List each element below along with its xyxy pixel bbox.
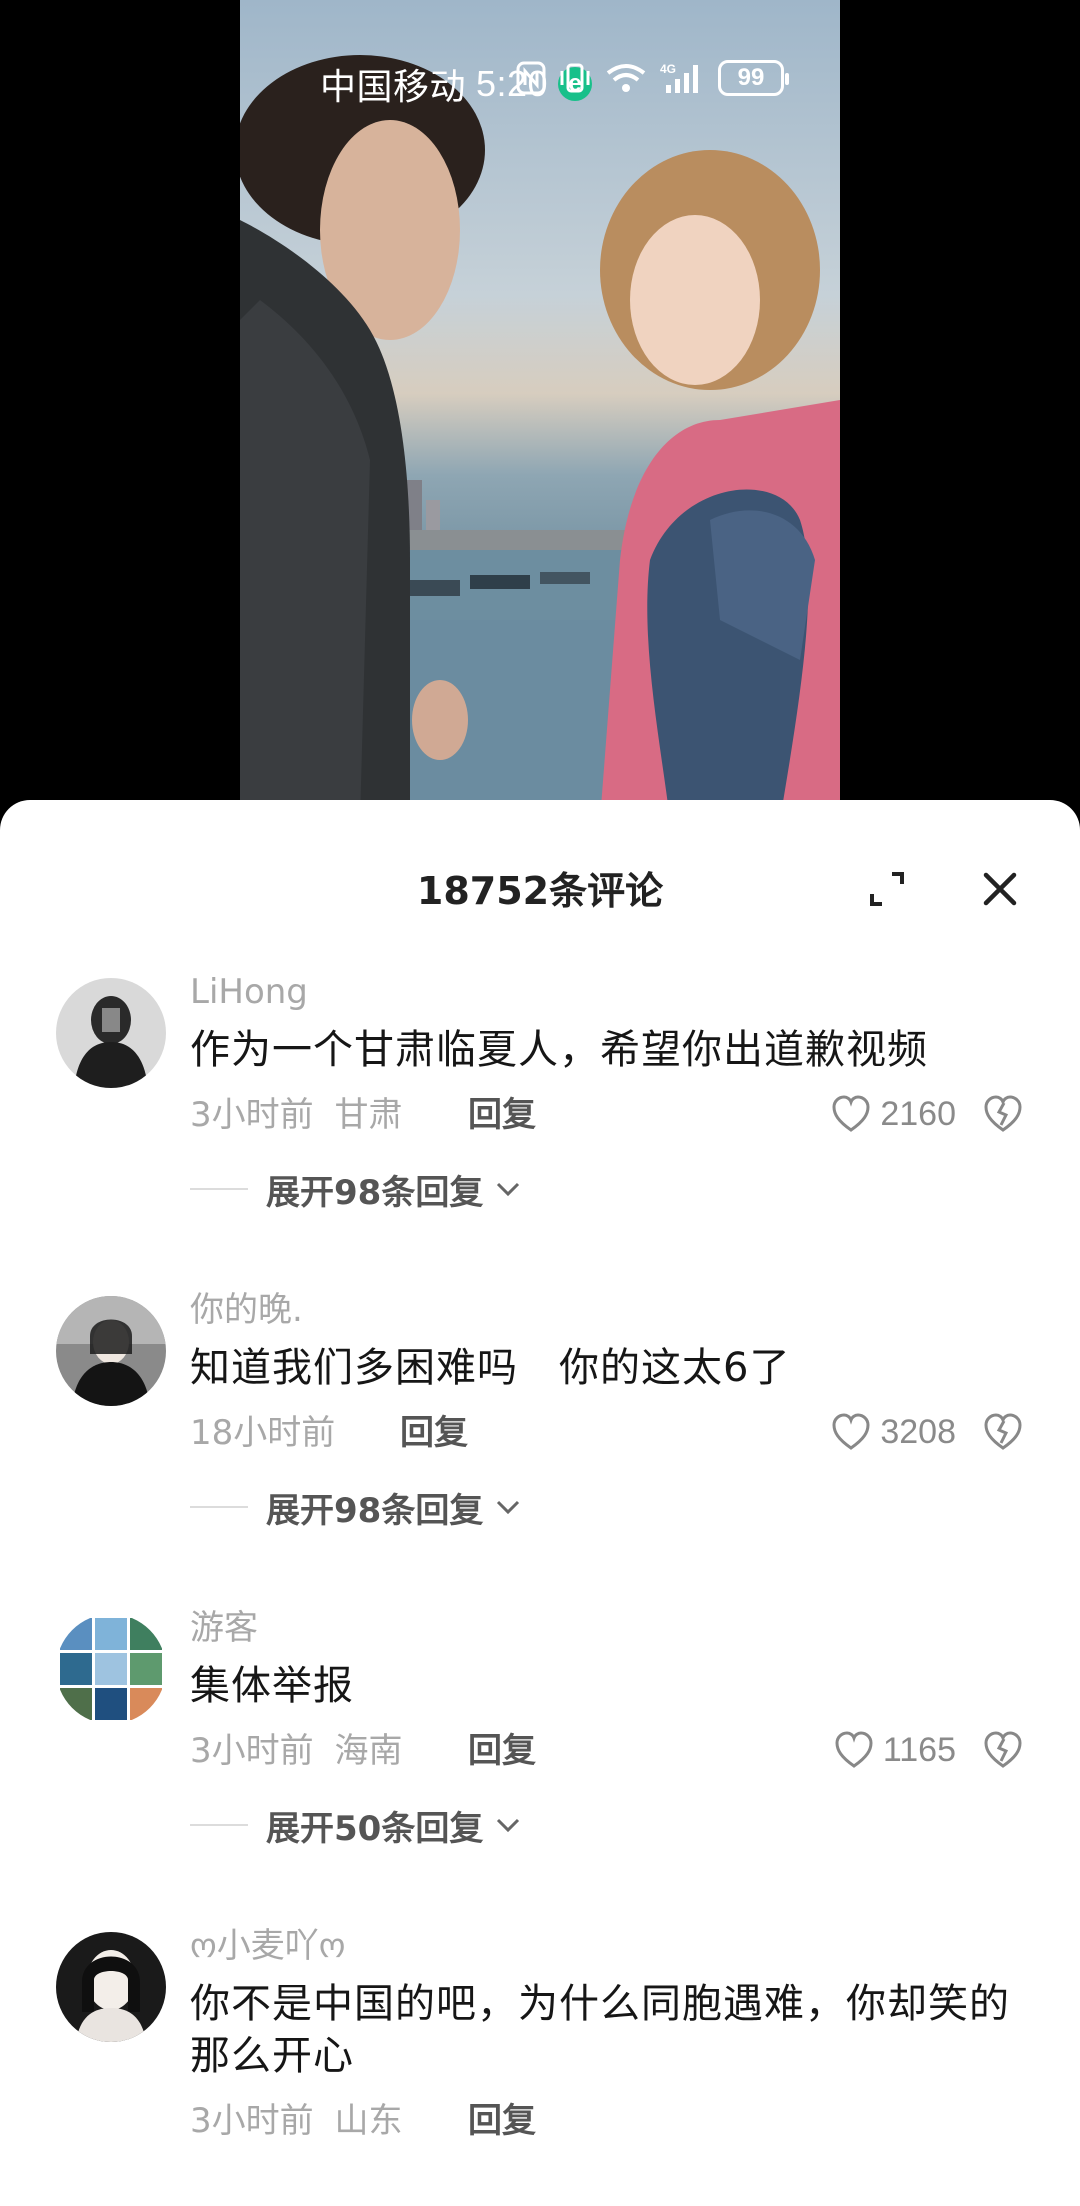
expand-icon: [870, 872, 904, 906]
close-button[interactable]: [975, 864, 1025, 914]
comment-meta: 18小时前 回复 3208: [190, 1408, 1040, 1458]
chevron-down-icon: [497, 1818, 520, 1833]
comment-time: 18小时前: [190, 1413, 336, 1453]
like-count: 1165: [882, 1730, 956, 1769]
video-frame[interactable]: [240, 0, 840, 820]
avatar-image: [56, 1296, 166, 1406]
comment-time: 3小时前 海南: [190, 1726, 402, 1776]
divider: [190, 1506, 248, 1508]
divider: [190, 1824, 248, 1826]
comment-location: 海南: [334, 1731, 403, 1771]
comment-time-value: 3小时前: [190, 1731, 314, 1771]
avatar[interactable]: [56, 978, 166, 1088]
like-heart-icon[interactable]: [830, 1094, 872, 1134]
comment-item[interactable]: ო小麦吖ო 你不是中国的吧，为什么同胞遇难，你却笑的那么开心 3小时前 山东 回…: [0, 1926, 1080, 2206]
like-count: 3208: [880, 1412, 956, 1451]
comment-meta: 3小时前 海南 回复 1165: [190, 1726, 1040, 1776]
comment-username[interactable]: ო小麦吖ო: [190, 1926, 1040, 1966]
comment-time: 3小时前 甘肃: [190, 1090, 402, 1140]
comment-text: 集体举报: [190, 1663, 354, 1709]
svg-text:4G: 4G: [660, 62, 676, 76]
comment-location: 甘肃: [334, 1095, 403, 1135]
expand-replies-button[interactable]: 展开98条回复: [190, 1482, 1040, 1532]
comment-body: ო小麦吖ო 你不是中国的吧，为什么同胞遇难，你却笑的那么开心 3小时前 山东 回…: [190, 1926, 1040, 2146]
comments-count-title: 18752条评论: [416, 869, 664, 913]
comment-time-value: 3小时前: [190, 1095, 314, 1135]
status-bar: 中国移动 5:20 e 4G 99: [240, 52, 840, 108]
expand-replies-button[interactable]: 展开50条回复: [190, 1800, 1040, 1850]
comment-username[interactable]: 你的晚.: [190, 1290, 1040, 1330]
like-group: 1165: [833, 1730, 1024, 1770]
dislike-broken-heart-icon[interactable]: [982, 1730, 1024, 1770]
battery-icon: 99: [718, 60, 789, 96]
carrier-label: 中国移动: [320, 66, 467, 107]
comment-text: 作为一个甘肃临夏人，希望你出道歉视频: [190, 1027, 928, 1073]
battery-level: 99: [737, 64, 765, 91]
close-icon: [983, 872, 1017, 906]
comment-location: 山东: [334, 2101, 403, 2141]
dislike-broken-heart-icon[interactable]: [982, 1094, 1024, 1134]
comment-body: 你的晚. 知道我们多困难吗 你的这太6了 18小时前 回复 3208 展开98条…: [190, 1290, 1040, 1532]
reply-button[interactable]: 回复: [468, 2096, 536, 2146]
avatar-image: [56, 1932, 166, 2042]
video-scene-image: [240, 55, 840, 820]
comment-meta: 3小时前 山东 回复: [190, 2096, 1040, 2146]
comment-text: 你不是中国的吧，为什么同胞遇难，你却笑的那么开心: [190, 1981, 1010, 2079]
reply-button[interactable]: 回复: [468, 1726, 536, 1776]
comments-sheet: 18752条评论 LiHong 作为一个甘肃临夏人，希望你出道歉视频 3小时前 …: [0, 800, 1080, 2206]
expand-replies-label: 展开98条回复: [266, 1172, 484, 1213]
avatar-image: [56, 1614, 166, 1724]
comment-username[interactable]: 游客: [190, 1608, 1040, 1648]
status-right: 4G 99: [516, 60, 789, 96]
comment-text: 知道我们多困难吗 你的这太6了: [190, 1345, 791, 1391]
fullscreen-button[interactable]: [862, 864, 912, 914]
avatar[interactable]: [56, 1296, 166, 1406]
avatar[interactable]: [56, 1614, 166, 1724]
comment-item[interactable]: LiHong 作为一个甘肃临夏人，希望你出道歉视频 3小时前 甘肃 回复 216…: [0, 972, 1080, 1278]
like-group: 3208: [830, 1412, 1024, 1452]
avatar[interactable]: [56, 1932, 166, 2042]
comment-item[interactable]: 游客 集体举报 3小时前 海南 回复 1165 展开50条回复: [0, 1608, 1080, 1914]
like-group: 2160: [830, 1094, 1024, 1134]
reply-button[interactable]: 回复: [400, 1408, 468, 1458]
signal-4g-icon: 4G: [660, 62, 698, 93]
wifi-icon: [606, 64, 646, 92]
sheet-header: 18752条评论: [0, 800, 1080, 970]
chevron-down-icon: [497, 1182, 520, 1197]
expand-replies-button[interactable]: 展开98条回复: [190, 1164, 1040, 1214]
divider: [190, 1188, 248, 1190]
dislike-broken-heart-icon[interactable]: [982, 1412, 1024, 1452]
video-player[interactable]: 中国移动 5:20 e 4G 99: [0, 0, 1080, 820]
avatar-image: [56, 978, 166, 1088]
like-count: 2160: [880, 1094, 956, 1133]
comment-username[interactable]: LiHong: [190, 972, 1040, 1012]
like-heart-icon[interactable]: [833, 1730, 875, 1770]
comment-body: 游客 集体举报 3小时前 海南 回复 1165 展开50条回复: [190, 1608, 1040, 1850]
expand-replies-label: 展开50条回复: [266, 1808, 484, 1849]
comment-time: 3小时前 山东: [190, 2096, 402, 2146]
chevron-down-icon: [497, 1500, 520, 1515]
comment-meta: 3小时前 甘肃 回复 2160: [190, 1090, 1040, 1140]
reply-button[interactable]: 回复: [468, 1090, 536, 1140]
like-heart-icon[interactable]: [830, 1412, 872, 1452]
nfc-icon: [516, 61, 546, 95]
expand-replies-label: 展开98条回复: [266, 1490, 484, 1531]
comment-item[interactable]: 你的晚. 知道我们多困难吗 你的这太6了 18小时前 回复 3208 展开98条…: [0, 1290, 1080, 1596]
vibrate-icon: [560, 63, 590, 93]
comment-body: LiHong 作为一个甘肃临夏人，希望你出道歉视频 3小时前 甘肃 回复 216…: [190, 972, 1040, 1214]
comment-time-value: 3小时前: [190, 2101, 314, 2141]
